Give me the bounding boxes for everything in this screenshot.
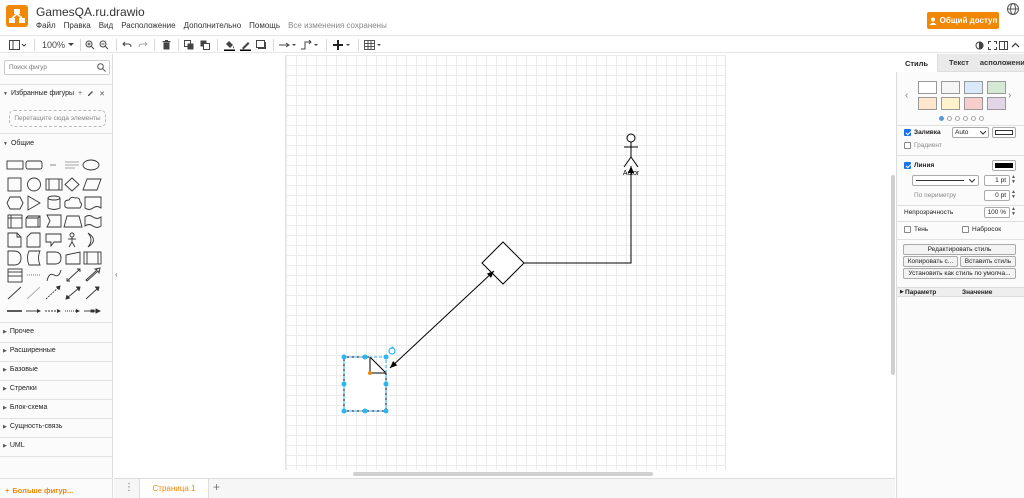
copy-style-button[interactable]: Копировать с... (903, 256, 958, 267)
line-width-stepper-icon[interactable]: ▲ ▼ (1011, 175, 1016, 185)
paste-style-button[interactable]: Вставить стиль (960, 256, 1016, 267)
shadow-checkbox[interactable] (904, 226, 911, 233)
line-color-picker[interactable] (992, 160, 1016, 171)
swatch-page-dot-1[interactable] (939, 116, 944, 121)
chevron-down-icon (969, 178, 975, 183)
pages-menu-icon[interactable]: ⋮ (124, 482, 134, 493)
page-tabs-bar (114, 478, 895, 498)
perimeter-label: По периметру (914, 192, 957, 199)
value-column-header: Значение (962, 289, 993, 296)
connector-diamond-to-actor[interactable] (524, 166, 634, 264)
swatch-page-dot-6[interactable] (979, 116, 984, 121)
tab-text[interactable]: Текст (938, 54, 980, 72)
gradient-checkbox[interactable] (904, 142, 911, 149)
line-pattern-select[interactable] (912, 175, 979, 186)
rotate-handle-icon[interactable] (388, 346, 396, 355)
opacity-stepper-icon[interactable]: ▲ ▼ (1011, 207, 1016, 217)
diamond-shape[interactable] (481, 241, 525, 285)
connector-note-to-diamond[interactable] (389, 270, 495, 369)
swatch-page-dot-3[interactable] (955, 116, 960, 121)
style-swatch[interactable] (987, 81, 1006, 94)
line-width-input[interactable]: 1 pt (984, 175, 1010, 186)
note-shape-selected[interactable] (343, 356, 387, 412)
style-swatch[interactable] (964, 81, 983, 94)
swatch-page-dot-5[interactable] (971, 116, 976, 121)
diagram-layer: Actor (341, 133, 640, 414)
expand-triangle-icon[interactable]: ▶ (900, 289, 904, 295)
chevron-right-icon[interactable]: › (1008, 90, 1011, 101)
horizontal-scrollbar[interactable] (353, 472, 653, 476)
note-size-handle[interactable] (368, 371, 372, 375)
style-swatch[interactable] (941, 81, 960, 94)
style-swatch[interactable] (987, 97, 1006, 110)
perimeter-stepper-icon[interactable]: ▲ ▼ (1011, 190, 1016, 200)
swatch-page-dot-2[interactable] (947, 116, 952, 121)
fill-color-picker[interactable] (992, 127, 1016, 138)
line-color-swatch (995, 163, 1013, 168)
line-pattern-preview (916, 180, 964, 181)
fill-checkbox[interactable] (904, 129, 911, 136)
style-swatch[interactable] (964, 97, 983, 110)
chevron-down-icon (980, 130, 986, 135)
param-column-header: Параметр (905, 289, 937, 296)
tab-style[interactable]: Стиль (896, 54, 938, 72)
opacity-input[interactable]: 100 % (984, 207, 1010, 218)
line-checkbox[interactable] (904, 162, 911, 169)
properties-table-header: ▶ Параметр Значение (897, 287, 1024, 297)
vertical-scrollbar[interactable] (891, 175, 895, 375)
swatch-page-dot-4[interactable] (963, 116, 968, 121)
tab-arrange[interactable]: Расположение (980, 54, 1024, 72)
style-swatch[interactable] (941, 97, 960, 110)
style-swatch[interactable] (918, 97, 937, 110)
shadow-label: Тень (914, 226, 929, 233)
edit-style-button[interactable]: Редактировать стиль (903, 244, 1016, 255)
actor-shape[interactable] (623, 133, 639, 168)
sketch-checkbox[interactable] (962, 226, 969, 233)
fill-mode-value: Auto (955, 129, 969, 136)
sketch-label: Набросок (972, 226, 1002, 233)
chevron-left-icon[interactable]: ‹ (905, 90, 908, 101)
fill-mode-select[interactable]: Auto (952, 127, 989, 138)
line-label: Линия (914, 162, 935, 169)
style-swatch[interactable] (918, 81, 937, 94)
opacity-label: Непрозрачность (904, 209, 954, 216)
gradient-label: Градиент (914, 142, 942, 149)
fill-color-swatch (995, 130, 1013, 135)
set-default-style-button[interactable]: Установить как стиль по умолча... (903, 268, 1016, 279)
add-page-icon[interactable]: + (213, 480, 220, 494)
perimeter-input[interactable]: 0 pt (984, 190, 1010, 201)
page-tab-1[interactable]: Страница 1 (139, 479, 209, 498)
fill-label: Заливка (914, 129, 941, 136)
